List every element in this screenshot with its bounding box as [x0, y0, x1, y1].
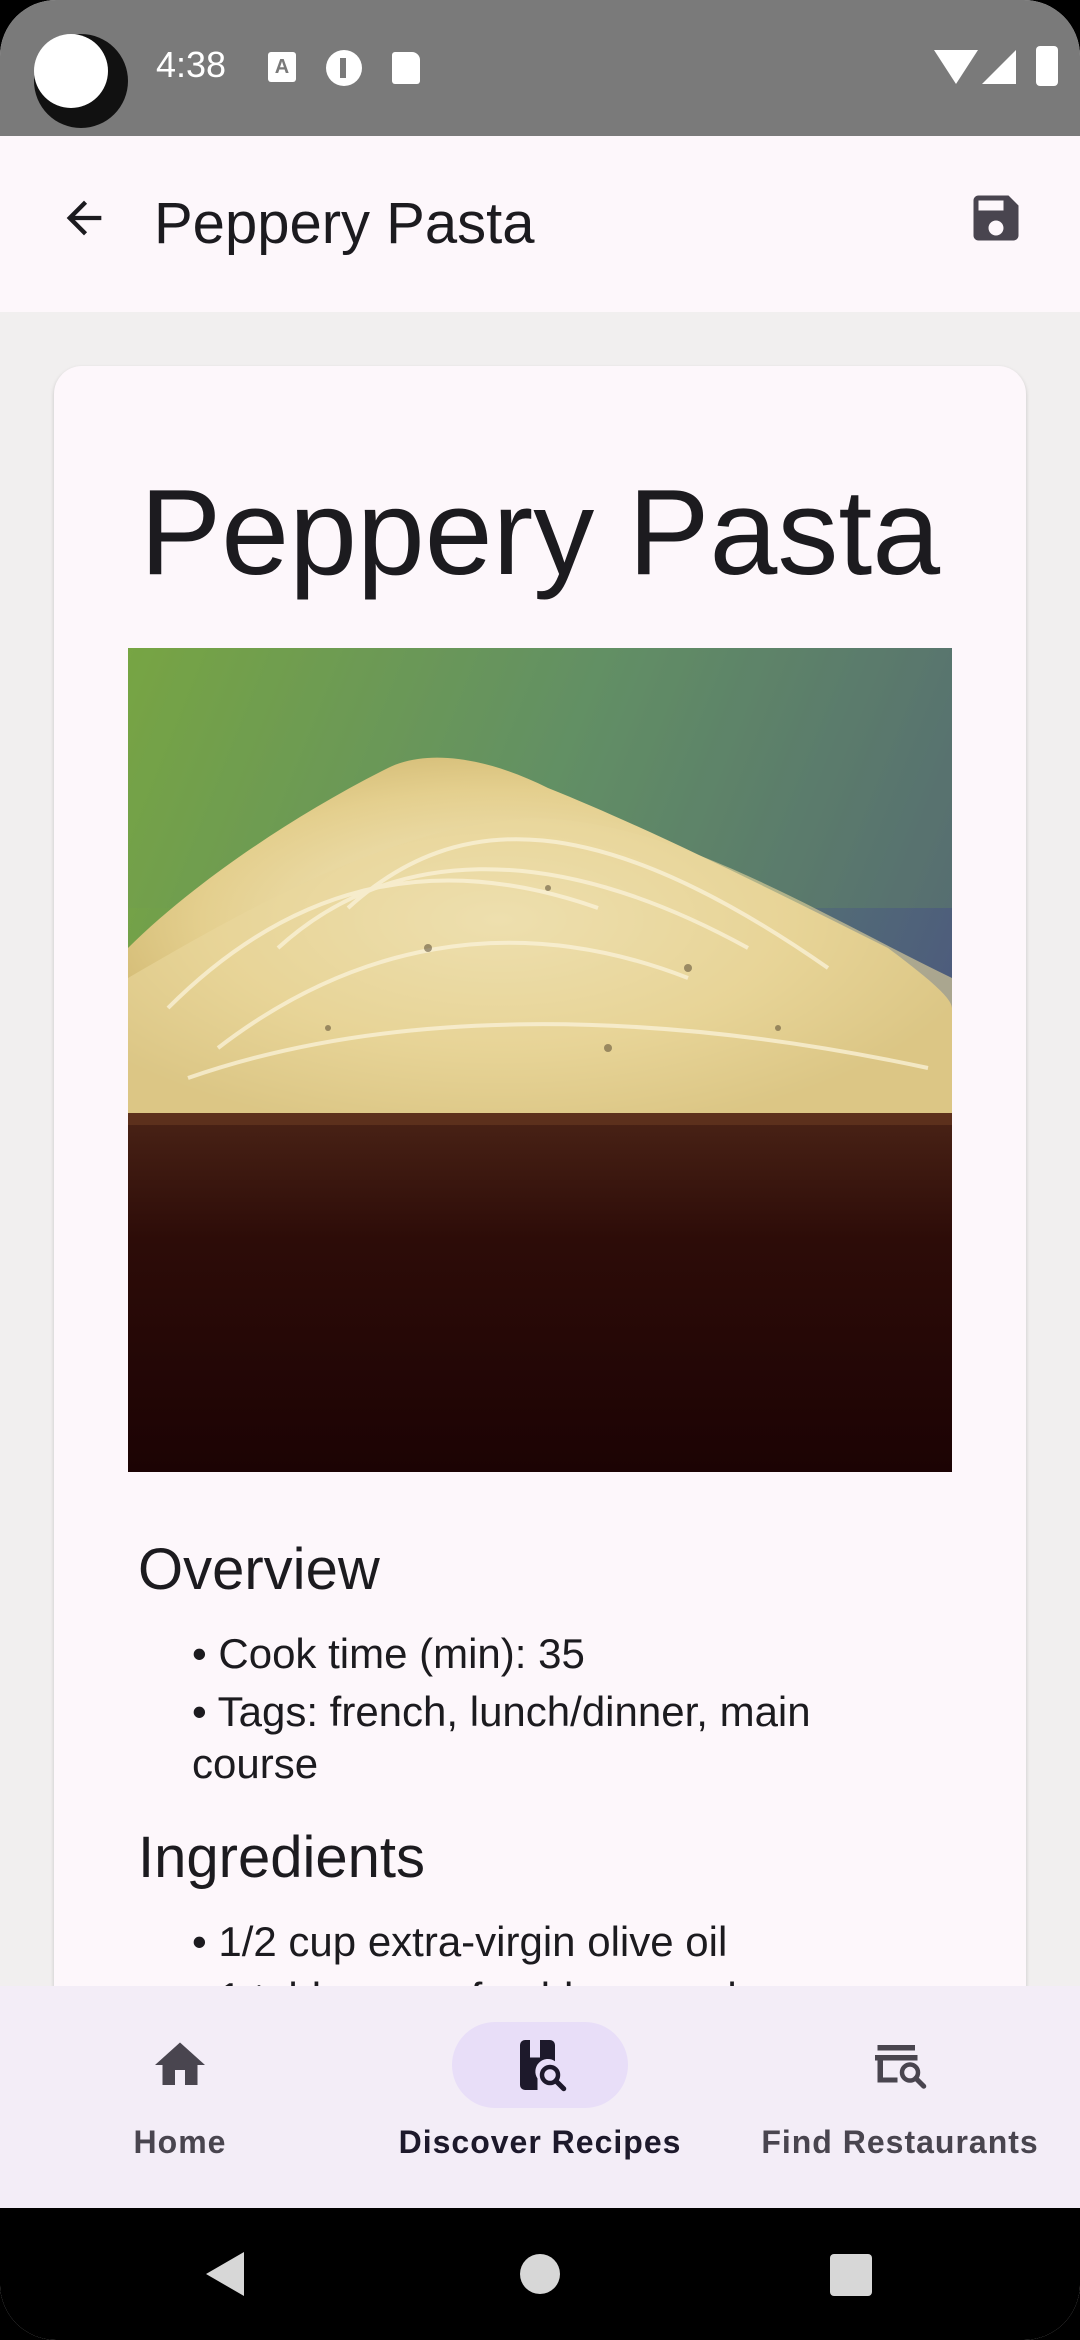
system-back-icon[interactable] [206, 2252, 244, 2296]
phone-screen: 4:38 A Peppery Pasta Peppery Pasta Overv… [0, 0, 1080, 2340]
nav-find-restaurants-indicator [812, 2022, 988, 2108]
nav-home-indicator [92, 2022, 268, 2108]
recipe-card: Peppery Pasta Overview • Cook time (min)… [54, 366, 1026, 2066]
nav-find-restaurants[interactable]: Find Restaurants [720, 2018, 1080, 2198]
status-time: 4:38 [156, 44, 227, 85]
save-button[interactable] [956, 178, 1036, 258]
keyboard-notification-icon: A [268, 52, 296, 82]
home-icon [155, 2042, 205, 2085]
recipe-image [128, 648, 952, 1472]
nav-home[interactable]: Home [0, 2018, 360, 2198]
overview-heading: Overview [138, 1537, 380, 1602]
back-button[interactable] [44, 178, 124, 258]
status-bar: 4:38 A [0, 0, 1080, 136]
system-home-icon[interactable] [520, 2254, 560, 2294]
battery-icon [1036, 46, 1058, 86]
nav-active-indicator [452, 2022, 628, 2108]
sd-card-icon [392, 52, 420, 84]
overview-item: • Cook time (min): 35 [192, 1630, 585, 1677]
arrow-back-icon [66, 200, 102, 236]
notification-icon [326, 50, 362, 86]
cell-signal-icon [982, 50, 1016, 84]
nav-discover-recipes[interactable]: Discover Recipes [360, 2018, 720, 2198]
system-recents-icon[interactable] [830, 2254, 872, 2296]
page-title: Peppery Pasta [154, 191, 535, 256]
overview-item: • Tags: french, lunch/dinner, main cours… [192, 1688, 811, 1787]
moon-icon [34, 34, 128, 128]
ingredient-item: • 1/2 cup extra-virgin olive oil [192, 1918, 728, 1965]
wifi-icon [934, 50, 978, 84]
save-icon [973, 195, 1019, 241]
nav-label: Find Restaurants [761, 2124, 1039, 2160]
nav-label: Discover Recipes [398, 2124, 682, 2160]
ingredients-heading: Ingredients [138, 1825, 425, 1890]
recipe-search-icon [520, 2040, 567, 2092]
recipe-title: Peppery Pasta [139, 464, 941, 600]
nav-label: Home [133, 2124, 227, 2160]
restaurant-search-icon [875, 2045, 927, 2089]
